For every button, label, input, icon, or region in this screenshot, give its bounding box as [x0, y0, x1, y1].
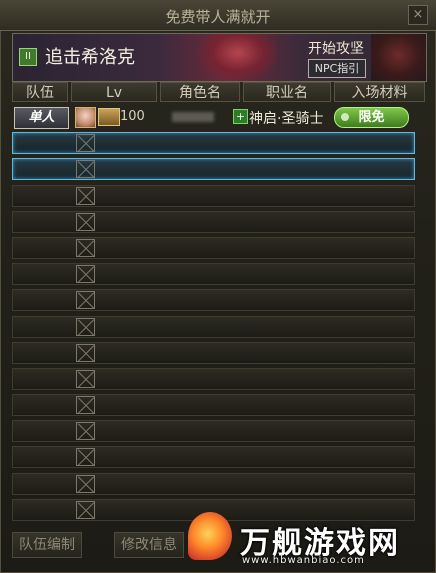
empty-slot-row[interactable]: [12, 236, 415, 259]
empty-slot-row[interactable]: [12, 394, 415, 417]
plus-icon: +: [233, 109, 248, 124]
empty-slot-row[interactable]: [12, 184, 415, 207]
table-row[interactable]: 单人 100 + 神启·圣骑士 限免: [12, 106, 415, 129]
logo-icon: [188, 512, 232, 560]
column-headers: 队伍 Lv 角色名 职业名 入场材料: [12, 82, 425, 102]
empty-slot-icon: [76, 500, 95, 519]
member-list: 单人 100 + 神启·圣骑士 限免: [12, 106, 425, 525]
empty-slot-icon: [76, 448, 95, 467]
empty-slot-row[interactable]: [12, 446, 415, 469]
empty-slot-row[interactable]: [12, 289, 415, 312]
empty-slot-row[interactable]: [12, 263, 415, 286]
empty-slot-row[interactable]: [12, 341, 415, 364]
solo-badge: 单人: [14, 107, 69, 129]
level-value: 100: [120, 109, 145, 124]
watermark-url: www.hbwanbiao.com: [242, 555, 365, 566]
modify-info-button[interactable]: 修改信息: [114, 532, 184, 558]
boss-portrait-image: [198, 34, 278, 81]
empty-slot-row[interactable]: [12, 420, 415, 443]
empty-slot-icon: [76, 212, 95, 231]
guild-icon: [98, 108, 120, 126]
raid-guide-title: 开始攻坚: [308, 41, 364, 57]
empty-slot-icon: [76, 291, 95, 310]
party-window: 免费带人满就开 × II 追击希洛克 开始攻坚 NPC指引 队伍 Lv 角色名 …: [0, 0, 436, 573]
empty-slot-icon: [76, 238, 95, 257]
title-bar[interactable]: 免费带人满就开 ×: [0, 0, 436, 31]
entry-material-badge: 限免: [334, 107, 409, 128]
dungeon-banner: II 追击希洛克 开始攻坚 NPC指引: [12, 33, 427, 82]
empty-slot-icon: [76, 186, 95, 205]
empty-slot-row[interactable]: [12, 472, 415, 495]
empty-slot-row[interactable]: [12, 132, 415, 155]
dungeon-name: 追击希洛克: [45, 47, 135, 68]
empty-slot-row[interactable]: [12, 315, 415, 338]
empty-slot-icon: [76, 474, 95, 493]
empty-slot-icon: [76, 134, 95, 153]
empty-slot-row[interactable]: [12, 210, 415, 233]
header-job-name: 职业名: [243, 82, 331, 102]
empty-slot-icon: [76, 317, 95, 336]
empty-slot-icon: [76, 160, 95, 179]
site-watermark: 万舰游戏网 www.hbwanbiao.com: [186, 512, 436, 573]
header-entry-material: 入场材料: [334, 82, 425, 102]
npc-guide-button[interactable]: NPC指引: [308, 59, 366, 78]
header-team: 队伍: [12, 82, 68, 102]
pause-icon[interactable]: II: [19, 48, 37, 66]
avatar: [75, 107, 96, 128]
team-edit-button[interactable]: 队伍编制: [12, 532, 82, 558]
header-character-name: 角色名: [160, 82, 240, 102]
empty-slot-icon: [76, 265, 95, 284]
window-title: 免费带人满就开: [165, 8, 271, 26]
close-icon[interactable]: ×: [408, 5, 428, 25]
character-name-blurred: [172, 112, 214, 122]
job-name: 神启·圣骑士: [249, 111, 324, 127]
empty-slot-icon: [76, 422, 95, 441]
empty-slot-icon: [76, 343, 95, 362]
header-level: Lv: [71, 82, 157, 102]
empty-slot-row[interactable]: [12, 158, 415, 181]
npc-portrait-image: [371, 34, 426, 81]
empty-slot-icon: [76, 396, 95, 415]
empty-slot-icon: [76, 369, 95, 388]
empty-slot-row[interactable]: [12, 367, 415, 390]
